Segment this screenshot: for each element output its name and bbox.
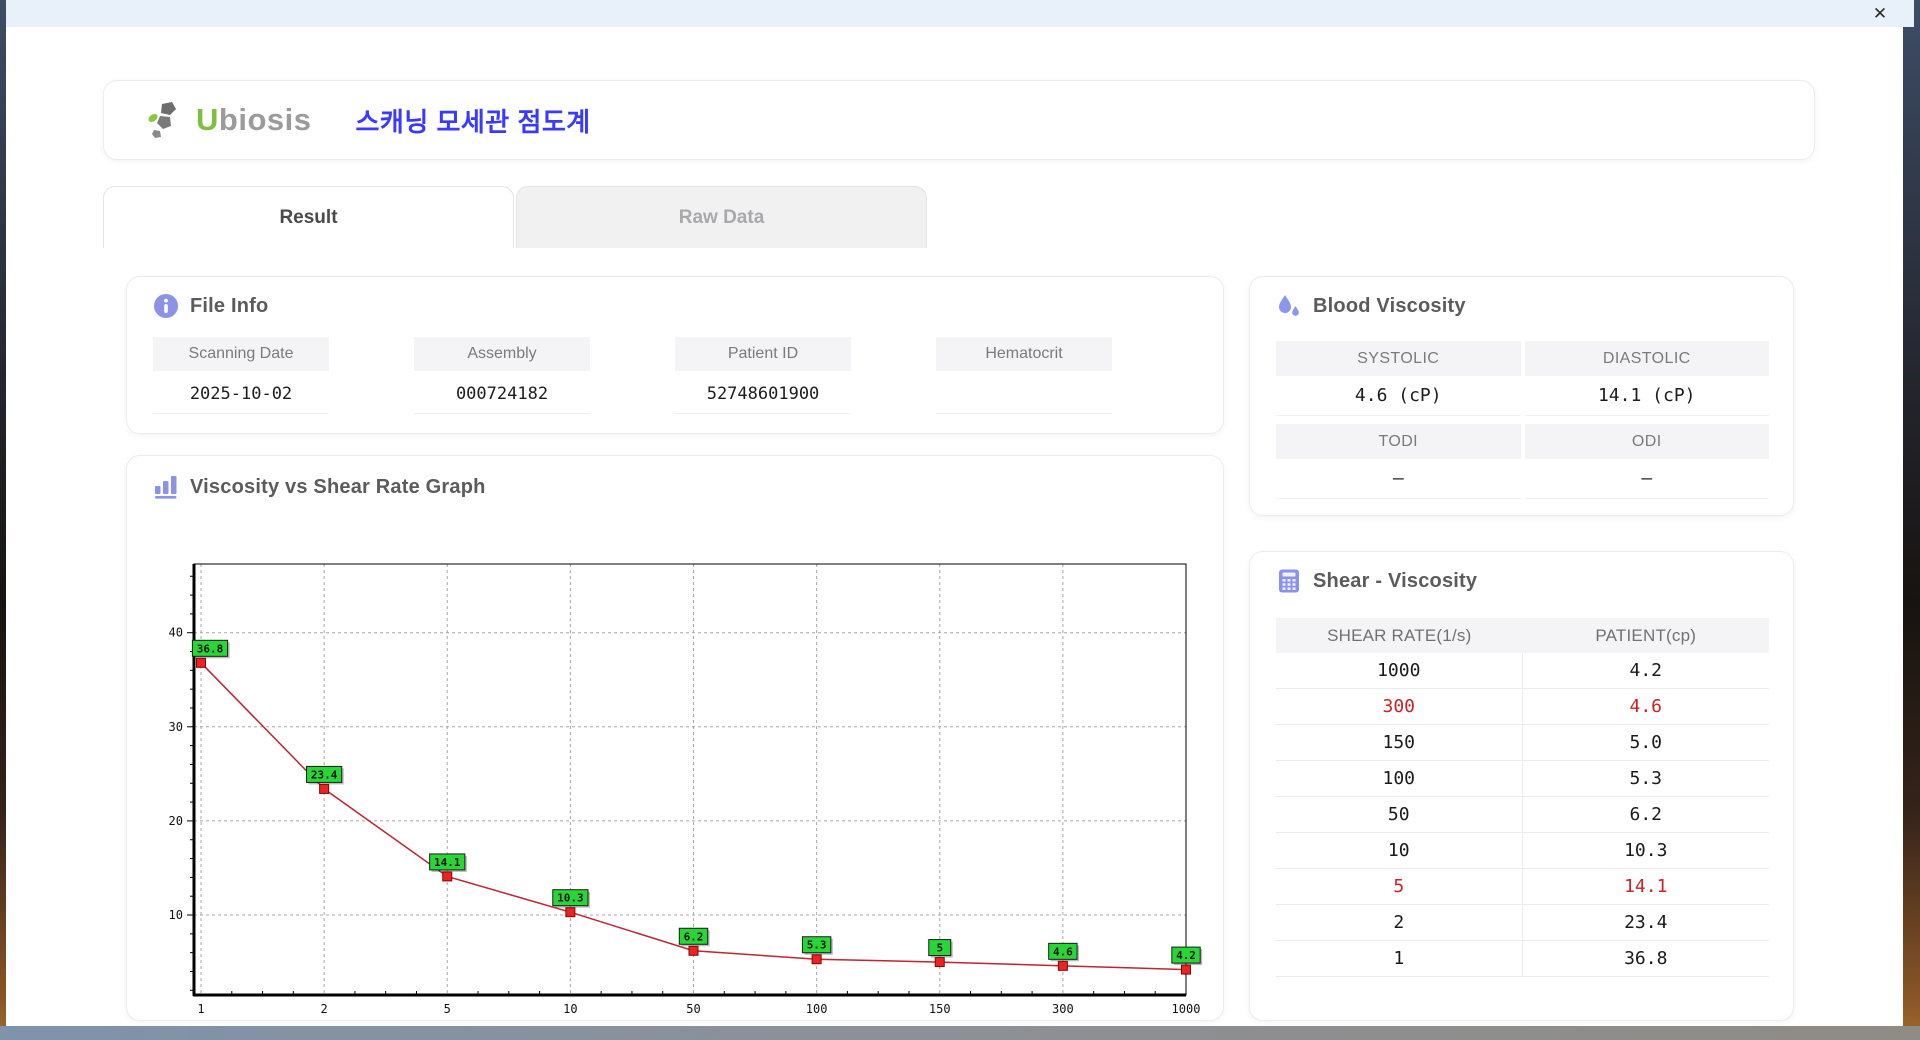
svg-text:50: 50 <box>686 1002 700 1016</box>
shear-rate-cell: 2 <box>1276 905 1523 940</box>
patient-column-header: PATIENT(cp) <box>1595 625 1697 645</box>
header-card: Ubiosis 스캐닝 모세관 점도계 <box>103 80 1815 160</box>
file-info-card: File Info Scanning Date 2025-10-02 Assem… <box>126 276 1224 434</box>
patient-viscosity-cell: 23.4 <box>1624 912 1668 933</box>
svg-text:30: 30 <box>169 720 183 734</box>
svg-text:23.4: 23.4 <box>311 768 338 781</box>
svg-text:2: 2 <box>321 1002 328 1016</box>
table-row: 300 4.6 <box>1276 689 1769 725</box>
window-bottom-edge <box>0 1026 1920 1040</box>
svg-text:10.3: 10.3 <box>557 892 584 905</box>
diastolic-value: 14.1 (cP) <box>1524 376 1769 416</box>
todi-label: TODI <box>1276 424 1521 459</box>
tab-result[interactable]: Result <box>103 186 514 248</box>
shear-rate-cell: 1000 <box>1276 653 1523 688</box>
svg-text:5: 5 <box>444 1002 451 1016</box>
field-scanning-date: Scanning Date 2025-10-02 <box>153 337 329 414</box>
systolic-value: 4.6 (cP) <box>1276 376 1521 416</box>
patient-viscosity-cell: 14.1 <box>1624 876 1668 897</box>
systolic-label: SYSTOLIC <box>1276 341 1521 376</box>
patient-viscosity-cell: 6.2 <box>1629 804 1662 825</box>
svg-text:10: 10 <box>563 1002 577 1016</box>
shear-viscosity-heading: Shear - Viscosity <box>1313 569 1478 592</box>
patient-viscosity-cell: 5.0 <box>1629 732 1662 753</box>
todi-value: – <box>1276 459 1521 499</box>
shear-rate-cell: 300 <box>1276 689 1523 724</box>
close-icon[interactable]: ✕ <box>1870 4 1890 24</box>
info-icon <box>153 293 179 319</box>
ubiosis-wordmark: Ubiosis <box>196 102 312 137</box>
table-row: 100 5.3 <box>1276 761 1769 797</box>
shear-table-header: SHEAR RATE(1/s) PATIENT(cp) <box>1276 618 1769 653</box>
patient-viscosity-cell: 10.3 <box>1624 840 1668 861</box>
patient-viscosity-cell: 4.2 <box>1629 660 1662 681</box>
svg-text:6.2: 6.2 <box>684 930 704 943</box>
shear-viscosity-table: SHEAR RATE(1/s) PATIENT(cp) 1000 4.2 300 4.… <box>1276 618 1769 977</box>
svg-text:20: 20 <box>169 814 183 828</box>
table-row: 1 36.8 <box>1276 941 1769 977</box>
table-row: 1000 4.2 <box>1276 653 1769 689</box>
svg-text:100: 100 <box>806 1002 828 1016</box>
calculator-icon <box>1276 568 1302 594</box>
field-patient-id: Patient ID 52748601900 <box>675 337 851 414</box>
table-row: 150 5.0 <box>1276 725 1769 761</box>
app-title-korean: 스캐닝 모세관 점도계 <box>355 106 591 137</box>
file-info-heading: File Info <box>190 294 269 317</box>
svg-text:14.1: 14.1 <box>434 856 461 869</box>
ubiosis-logo-icon <box>146 100 190 140</box>
droplets-icon <box>1276 293 1302 319</box>
table-row: 10 10.3 <box>1276 833 1769 869</box>
blood-viscosity-table: SYSTOLIC DIASTOLIC 4.6 (cP) 14.1 (cP) TO… <box>1276 341 1769 499</box>
table-row: 50 6.2 <box>1276 797 1769 833</box>
bar-chart-icon <box>153 474 179 500</box>
svg-text:1: 1 <box>197 1002 204 1016</box>
shear-rate-column-header: SHEAR RATE(1/s) <box>1327 625 1472 645</box>
shear-rate-cell: 5 <box>1276 869 1523 904</box>
svg-text:40: 40 <box>169 626 183 640</box>
shear-rate-cell: 1 <box>1276 941 1523 976</box>
table-row: 2 23.4 <box>1276 905 1769 941</box>
ubiosis-logo: Ubiosis <box>146 100 311 140</box>
svg-text:5: 5 <box>936 942 943 955</box>
svg-text:150: 150 <box>929 1002 951 1016</box>
patient-viscosity-cell: 5.3 <box>1629 768 1662 789</box>
shear-rate-cell: 50 <box>1276 797 1523 832</box>
shear-rate-cell: 150 <box>1276 725 1523 760</box>
diastolic-label: DIASTOLIC <box>1524 341 1769 376</box>
svg-text:1000: 1000 <box>1172 1002 1201 1016</box>
shear-rate-cell: 100 <box>1276 761 1523 796</box>
odi-value: – <box>1524 459 1769 499</box>
blood-viscosity-heading: Blood Viscosity <box>1313 294 1466 317</box>
main-window: Ubiosis 스캐닝 모세관 점도계 Result Raw Data File… <box>6 27 1903 1026</box>
viscosity-shear-rate-chart: 10 20 30 40 1 2 5 10 50 100 150 300 1000 36.8 23.4 14.1… <box>169 563 1203 1016</box>
shear-rate-cell: 10 <box>1276 833 1523 868</box>
svg-text:36.8: 36.8 <box>197 642 224 655</box>
svg-text:4.2: 4.2 <box>1176 949 1196 962</box>
file-info-fields: Scanning Date 2025-10-02 Assembly 000724… <box>153 337 1112 414</box>
graph-heading: Viscosity vs Shear Rate Graph <box>190 475 486 498</box>
shear-viscosity-card: Shear - Viscosity SHEAR RATE(1/s) PATIEN… <box>1249 551 1794 1021</box>
field-hematocrit: Hematocrit <box>936 337 1112 414</box>
svg-text:5.3: 5.3 <box>807 939 827 952</box>
blood-viscosity-card: Blood Viscosity SYSTOLIC DIASTOLIC 4.6 (… <box>1249 276 1794 516</box>
scanning-date-value: 2025-10-02 <box>153 371 329 413</box>
patient-viscosity-cell: 36.8 <box>1624 948 1668 969</box>
assembly-value: 000724182 <box>414 371 590 413</box>
svg-text:10: 10 <box>169 908 183 922</box>
odi-label: ODI <box>1524 424 1769 459</box>
table-row: 5 14.1 <box>1276 869 1769 905</box>
patient-viscosity-cell: 4.6 <box>1629 696 1662 717</box>
hematocrit-value <box>936 371 1112 413</box>
tab-raw-data[interactable]: Raw Data <box>516 186 927 248</box>
tab-bar: Result Raw Data <box>103 186 927 248</box>
svg-text:300: 300 <box>1052 1002 1074 1016</box>
patient-id-value: 52748601900 <box>675 371 851 413</box>
window-titlebar: ✕ <box>6 0 1914 27</box>
svg-text:4.6: 4.6 <box>1053 945 1073 958</box>
field-assembly: Assembly 000724182 <box>414 337 590 414</box>
graph-card: Viscosity vs Shear Rate Graph 10 20 30 40 1 2… <box>126 455 1224 1021</box>
